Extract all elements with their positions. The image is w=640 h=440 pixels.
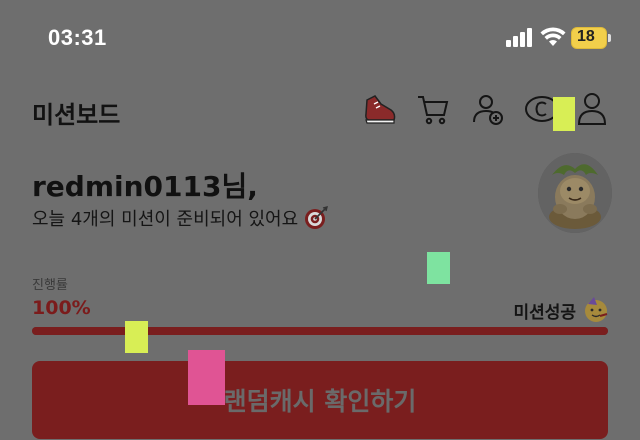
greeting-username: redmin0113님, bbox=[32, 170, 258, 203]
battery-icon: 18 bbox=[571, 27, 611, 49]
status-time: 03:31 bbox=[48, 25, 107, 50]
target-icon bbox=[304, 206, 329, 230]
page-title: 미션보드 bbox=[32, 101, 121, 129]
profile-icon[interactable] bbox=[573, 90, 611, 128]
wifi-icon bbox=[540, 26, 566, 48]
mission-success: 미션성공 bbox=[513, 296, 610, 324]
mission-subtitle: 오늘 4개의 미션이 준비되어 있어요 bbox=[32, 205, 329, 231]
mission-success-label: 미션성공 bbox=[513, 302, 576, 323]
add-friend-icon[interactable] bbox=[469, 90, 507, 128]
marker-pink bbox=[188, 350, 225, 405]
status-bar: 03:31 18 bbox=[0, 0, 640, 76]
marker-yellow-bar bbox=[125, 321, 148, 353]
cellular-signal-icon bbox=[506, 27, 534, 47]
progress-label: 진행률 bbox=[32, 278, 68, 293]
cart-icon[interactable] bbox=[414, 90, 452, 128]
party-face-icon bbox=[582, 296, 610, 324]
mission-subtitle-text: 오늘 4개의 미션이 준비되어 있어요 bbox=[32, 209, 299, 230]
battery-level: 18 bbox=[577, 28, 595, 45]
progress-bar bbox=[32, 327, 608, 335]
random-cash-button[interactable]: 랜덤캐시 확인하기 bbox=[32, 361, 608, 439]
marker-green bbox=[427, 252, 450, 284]
progress-value: 100% bbox=[32, 297, 91, 319]
shoe-icon[interactable] bbox=[361, 90, 399, 128]
marker-yellow-top bbox=[553, 97, 575, 131]
progress-bar-fill bbox=[32, 327, 608, 335]
character-avatar bbox=[538, 153, 612, 233]
